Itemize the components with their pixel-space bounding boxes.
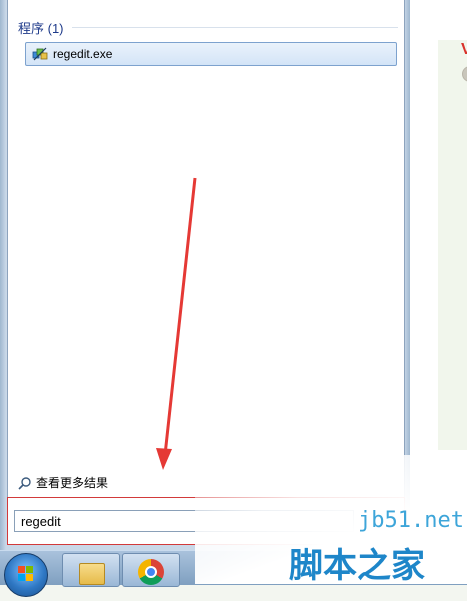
watermark-name: 脚本之家 xyxy=(289,547,425,585)
watermark-site: jb51.net xyxy=(358,508,464,533)
start-button[interactable] xyxy=(4,553,48,597)
chrome-icon xyxy=(138,559,164,585)
see-more-results-link[interactable]: 查看更多结果 xyxy=(18,474,108,491)
windows-logo-icon xyxy=(18,566,33,581)
see-more-results-label: 查看更多结果 xyxy=(36,476,109,490)
registry-editor-icon xyxy=(32,47,48,61)
explorer-button[interactable] xyxy=(62,553,120,587)
search-icon xyxy=(18,476,31,490)
search-result-regedit[interactable]: regedit.exe xyxy=(25,42,397,66)
background-red-mark: V xyxy=(461,41,467,58)
chrome-button[interactable] xyxy=(122,553,180,587)
section-divider xyxy=(71,27,398,28)
programs-section-header: 程序 (1) xyxy=(18,18,398,37)
background-strip xyxy=(438,40,467,450)
search-result-label: regedit.exe xyxy=(53,47,113,61)
folder-icon xyxy=(79,563,105,585)
programs-section-title: 程序 (1) xyxy=(18,21,64,36)
